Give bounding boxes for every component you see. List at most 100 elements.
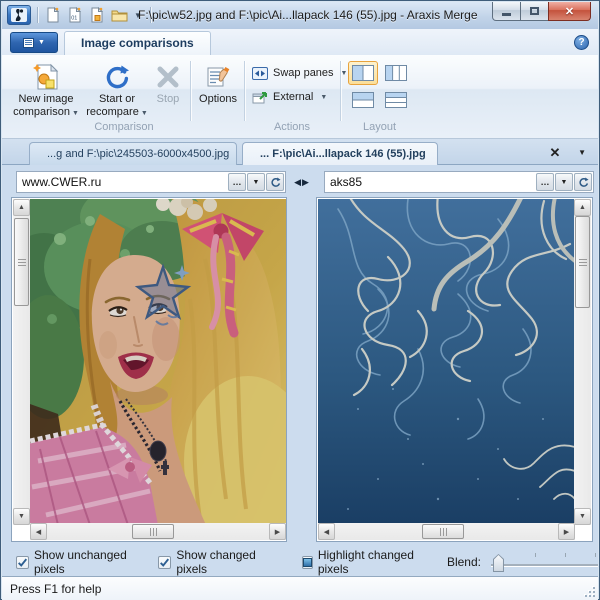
new-comparison-button[interactable] (44, 6, 62, 24)
slider-tick (565, 553, 566, 557)
window-title: F:\pic\w52.jpg and F:\pic\Ai...llapack 1… (138, 8, 478, 22)
external-window-icon (252, 90, 268, 104)
layout-three-vertical-button[interactable] (381, 61, 411, 85)
left-path-field: … ▼ (16, 171, 286, 193)
show-unchanged-checkbox[interactable] (16, 556, 29, 569)
right-history-dropdown-button[interactable]: ▼ (555, 173, 573, 191)
tab-list-chevron-button[interactable]: ▼ (578, 148, 586, 157)
chevron-down-icon: ▼ (561, 179, 568, 186)
left-image-woman-portrait (30, 199, 286, 525)
minimize-button[interactable] (492, 2, 521, 21)
external-button[interactable]: External ▼ (252, 87, 327, 107)
vertical-scroll-thumb[interactable] (575, 216, 590, 308)
right-path-input[interactable] (325, 175, 536, 189)
left-reload-button[interactable] (266, 173, 284, 191)
checkbox-label: Highlight changed pixels (318, 548, 425, 576)
app-menu-button[interactable] (7, 5, 31, 25)
arrow-right-icon: ▶ (275, 528, 280, 536)
scroll-right-button[interactable]: ▶ (269, 523, 286, 540)
highlight-changed-checkbox[interactable] (302, 556, 313, 569)
application-menu-button[interactable]: ▼ (10, 32, 58, 53)
status-bar: Press F1 for help (2, 576, 598, 600)
thumb-grip (18, 259, 26, 266)
close-button[interactable]: ✕ (548, 2, 591, 21)
two-vertical-panes-icon (352, 65, 374, 81)
left-path-input[interactable] (17, 175, 228, 189)
pane-link-splitter[interactable]: ◀▶ (291, 177, 313, 188)
help-button[interactable]: ? (574, 35, 589, 50)
scroll-down-button[interactable]: ▼ (13, 508, 30, 525)
thumb-grip (440, 528, 447, 536)
dropdown-arrow-icon: ▼ (141, 110, 148, 117)
doc-tab-2-active[interactable]: ... F:\pic\Ai...llapack 146 (55).jpg (242, 142, 438, 165)
right-path-field: … ▼ (324, 171, 594, 193)
open-button[interactable] (110, 6, 128, 24)
reload-icon (578, 177, 589, 188)
arrow-down-icon: ▼ (18, 513, 25, 520)
horizontal-scroll-thumb[interactable] (132, 524, 174, 539)
show-changed-checkbox[interactable] (158, 556, 171, 569)
swap-panes-button[interactable]: Swap panes ▼ (252, 63, 347, 83)
resize-grip[interactable] (583, 585, 595, 597)
blend-slider[interactable] (491, 551, 598, 573)
layout-three-horizontal-button[interactable] (381, 88, 411, 112)
document-tab-strip: 01 ...g and F:\pic\245503-6000x4500.jpg … (2, 139, 598, 165)
right-vertical-scrollbar[interactable]: ▲ ▼ (574, 199, 591, 525)
left-browse-button[interactable]: … (228, 173, 246, 191)
checkmark-icon (17, 557, 28, 568)
slider-thumb-face (494, 555, 503, 571)
stop-button[interactable]: Stop (150, 58, 186, 124)
new-image-comparison-button[interactable] (88, 6, 106, 24)
doc-tab-1[interactable]: 01 ...g and F:\pic\245503-6000x4500.jpg (29, 142, 237, 165)
status-text: Press F1 for help (10, 582, 101, 596)
menu-icon (23, 38, 34, 48)
group-separator (340, 61, 341, 121)
tab-image-comparisons[interactable]: Image comparisons (64, 31, 211, 55)
image-comparison-document-icon (90, 7, 104, 23)
options-button[interactable]: Options (195, 58, 241, 124)
scroll-right-button[interactable]: ▶ (558, 523, 575, 540)
scroll-up-button[interactable]: ▲ (574, 199, 591, 216)
swap-panes-icon (252, 67, 268, 80)
right-browse-button[interactable]: … (536, 173, 554, 191)
folder-icon (111, 8, 128, 22)
left-vertical-scrollbar[interactable]: ▲ ▼ (13, 199, 30, 525)
left-history-dropdown-button[interactable]: ▼ (247, 173, 265, 191)
right-reload-button[interactable] (574, 173, 592, 191)
layout-two-vertical-button[interactable] (348, 61, 378, 85)
dropdown-arrow-icon: ▼ (320, 94, 327, 101)
dropdown-arrow-icon: ▼ (72, 110, 79, 117)
start-or-recompare-button[interactable]: Start or recompare▼ (84, 58, 150, 124)
right-horizontal-scrollbar[interactable]: ◀ ▶ (318, 523, 575, 540)
group-label-actions: Actions (246, 121, 338, 133)
checkbox-label: Show unchanged pixels (34, 548, 138, 576)
svg-text:01: 01 (71, 16, 77, 22)
right-image-viewport[interactable] (318, 199, 575, 525)
maximize-button[interactable] (521, 2, 548, 21)
toolbar-separator (37, 7, 38, 23)
chevron-down-icon: ▼ (253, 179, 260, 186)
scroll-down-button[interactable]: ▼ (574, 508, 591, 525)
ribbon-body: New image comparison▼ Start or recompare… (2, 55, 598, 139)
blend-label: Blend: (447, 555, 481, 569)
new-image-comparison-ribbon-button[interactable]: New image comparison▼ (10, 58, 82, 124)
layout-two-horizontal-button[interactable] (348, 88, 378, 112)
scroll-left-button[interactable]: ◀ (318, 523, 335, 540)
new-text-comparison-button[interactable]: 01 (66, 6, 84, 24)
left-horizontal-scrollbar[interactable]: ◀ ▶ (30, 523, 286, 540)
vertical-scroll-thumb[interactable] (14, 218, 29, 306)
left-image-viewport[interactable] (30, 199, 286, 525)
minimize-icon (502, 13, 511, 16)
slider-track[interactable] (491, 564, 598, 566)
two-horizontal-panes-icon (352, 92, 374, 108)
titlebar[interactable]: 01 ▼ (2, 2, 598, 29)
close-tab-button[interactable]: ✕ (546, 145, 564, 161)
horizontal-scroll-thumb[interactable] (422, 524, 464, 539)
scroll-left-button[interactable]: ◀ (30, 523, 47, 540)
stop-x-icon (155, 61, 181, 93)
slider-thumb[interactable] (493, 554, 504, 572)
group-label-comparison: Comparison (6, 121, 242, 133)
arrow-left-icon: ◀ (36, 528, 41, 536)
scroll-up-button[interactable]: ▲ (13, 199, 30, 216)
button-label: Options (199, 93, 237, 105)
